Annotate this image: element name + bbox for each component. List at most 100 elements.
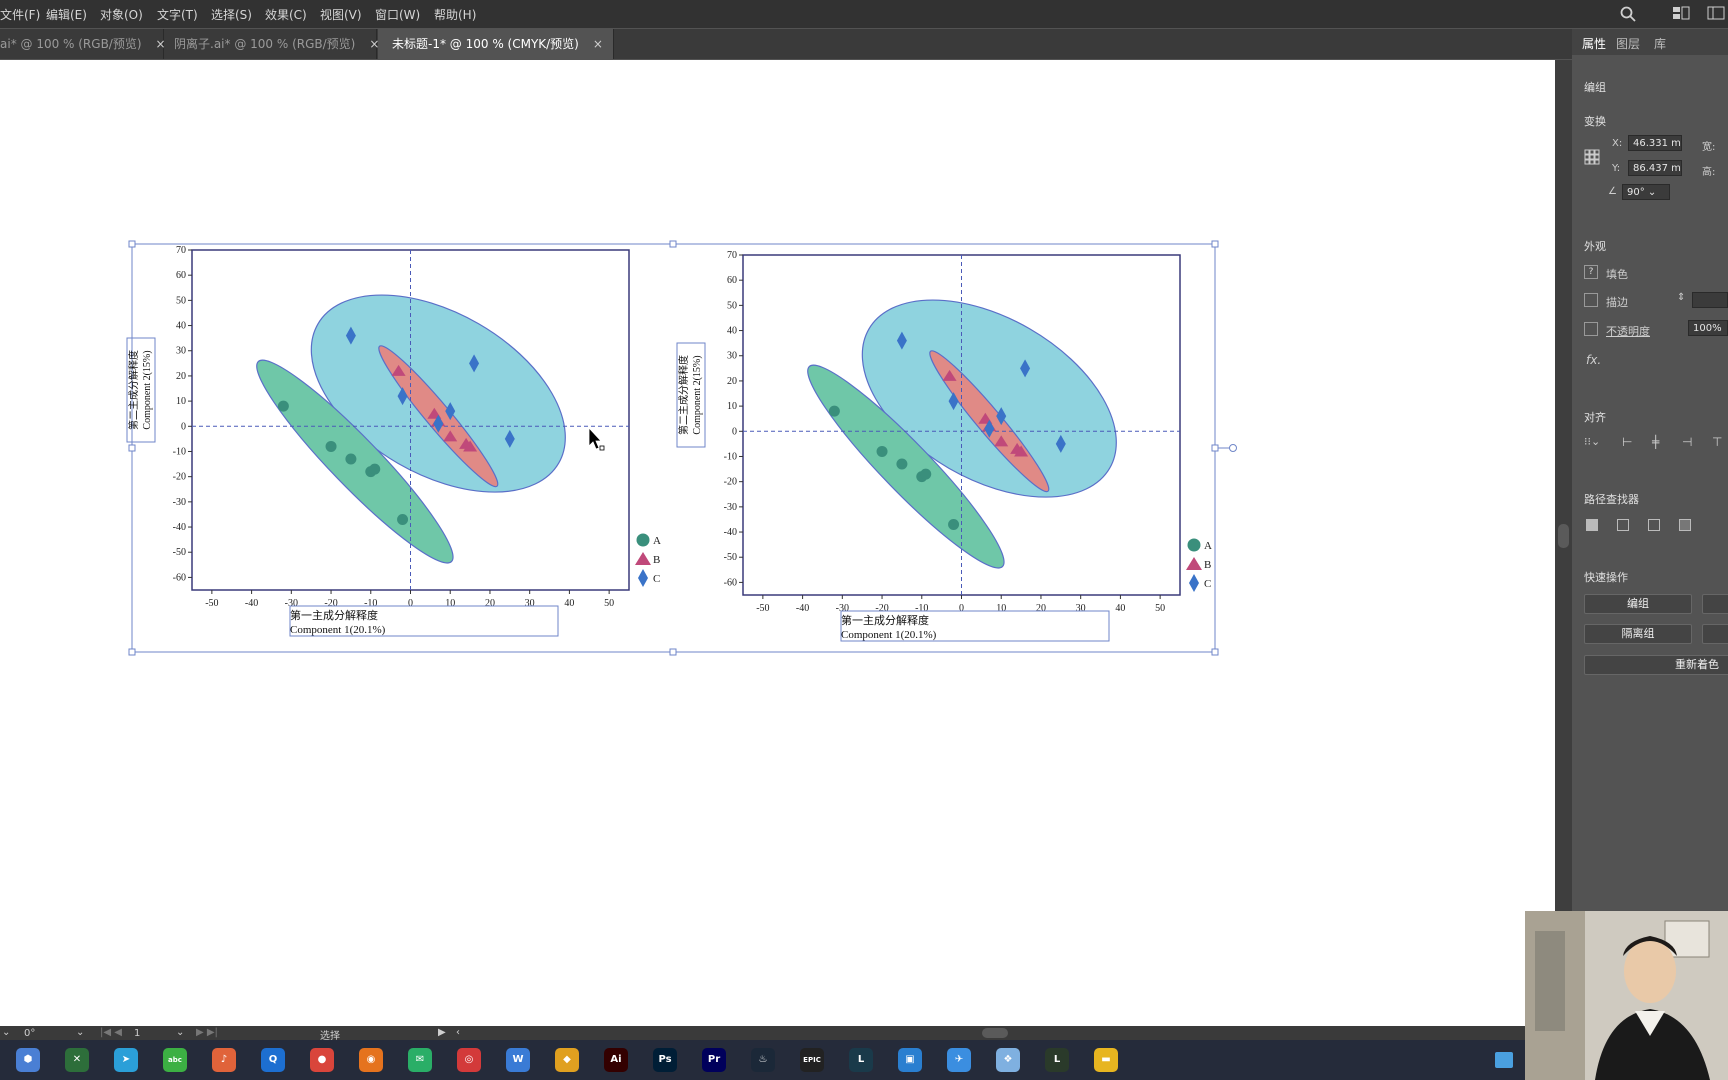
app-netease-icon[interactable]: ◎ bbox=[457, 1048, 481, 1072]
y-axis-title-cn[interactable]: 第二主成分解释度 bbox=[677, 355, 690, 435]
last-artboard-icon[interactable]: ▶ ▶| bbox=[196, 1027, 218, 1038]
reference-point-icon[interactable] bbox=[1584, 149, 1600, 165]
tab-document-active[interactable]: 未标题-1* @ 100 % (CMYK/预览) × bbox=[378, 29, 614, 59]
status-arrow-icon[interactable]: ▶ bbox=[438, 1027, 446, 1038]
align-center-icon[interactable]: ╪ bbox=[1652, 435, 1659, 449]
stroke-weight-field[interactable] bbox=[1692, 292, 1728, 308]
opacity-field[interactable]: 100% bbox=[1688, 320, 1728, 336]
stroke-stepper-icon[interactable]: ⇕ bbox=[1677, 292, 1685, 303]
pca-chart-left[interactable]: 70 60 50 40 30 20 10 0 -10 -20 -30 -40 -50 -60 -50 -40 -… bbox=[126, 245, 661, 637]
tab-document-1[interactable]: ai* @ 100 % (RGB/预览) × bbox=[0, 29, 166, 59]
data-point-A[interactable] bbox=[896, 458, 908, 470]
app-folder-icon[interactable]: ▬ bbox=[1094, 1048, 1118, 1072]
app-shield-icon[interactable]: ◆ bbox=[555, 1048, 579, 1072]
app-steam-icon[interactable]: ♨ bbox=[751, 1048, 775, 1072]
app-word-icon[interactable]: W bbox=[506, 1048, 530, 1072]
hscroll-thumb[interactable] bbox=[982, 1028, 1008, 1038]
data-point-A[interactable] bbox=[345, 453, 357, 465]
scrollbar-thumb[interactable] bbox=[1558, 524, 1569, 548]
app-photoshop-icon[interactable]: Ps bbox=[653, 1048, 677, 1072]
menu-type[interactable]: 文字(T) bbox=[157, 6, 198, 23]
panel-layout-icon[interactable] bbox=[1707, 6, 1725, 24]
hscroll-left-icon[interactable]: ‹ bbox=[456, 1027, 460, 1038]
pca-chart-right[interactable]: 70 60 50 40 30 20 10 0 -10 -20 -30 -40 -50 -60 -50 -40 -… bbox=[676, 250, 1212, 642]
data-point-A[interactable] bbox=[920, 468, 932, 480]
group-button[interactable]: 编组 bbox=[1584, 594, 1692, 614]
rotate-angle-field[interactable]: 90° ⌄ bbox=[1622, 184, 1670, 200]
artboard-chevron-icon[interactable]: ⌄ bbox=[176, 1027, 184, 1038]
exclude-icon[interactable] bbox=[1679, 519, 1691, 531]
y-position-field[interactable]: 86.437 m bbox=[1628, 160, 1682, 176]
app-premiere-icon[interactable]: Pr bbox=[702, 1048, 726, 1072]
first-artboard-icon[interactable]: |◀ ◀ bbox=[100, 1027, 122, 1038]
app-browser-q-icon[interactable]: Q bbox=[261, 1048, 285, 1072]
recolor-button[interactable]: 重新着色 bbox=[1584, 655, 1728, 675]
y-axis-title-en[interactable]: Component 2(15%) bbox=[692, 355, 703, 434]
fx-effects-button[interactable]: fx. bbox=[1586, 353, 1601, 367]
fill-swatch-icon[interactable]: ? bbox=[1584, 265, 1598, 279]
stroke-swatch-icon[interactable] bbox=[1584, 293, 1598, 307]
opacity-label[interactable]: 不透明度 bbox=[1606, 323, 1650, 339]
app-league-icon[interactable]: L bbox=[849, 1048, 873, 1072]
app-telegram-icon[interactable]: ➤ bbox=[114, 1048, 138, 1072]
app-bird-icon[interactable]: ✈ bbox=[947, 1048, 971, 1072]
app-league2-icon[interactable]: L bbox=[1045, 1048, 1069, 1072]
tab-properties[interactable]: 属性 bbox=[1582, 35, 1606, 52]
rotate-handle[interactable] bbox=[1229, 444, 1237, 452]
close-icon[interactable]: × bbox=[593, 37, 603, 51]
app-wechat-icon[interactable]: ✉ bbox=[408, 1048, 432, 1072]
artboard-canvas[interactable]: 70 60 50 40 30 20 10 0 -10 -20 -30 -40 -50 -60 -50 -40 -… bbox=[0, 60, 1555, 1026]
ungroup-button[interactable] bbox=[1702, 594, 1728, 614]
app-epic-icon[interactable]: EPIC bbox=[800, 1048, 824, 1072]
menu-select[interactable]: 选择(S) bbox=[211, 6, 252, 23]
x-axis-title-cn[interactable]: 第一主成分解释度 bbox=[841, 613, 929, 627]
align-left-icon[interactable]: ⊢ bbox=[1622, 435, 1632, 449]
data-point-A[interactable] bbox=[876, 445, 888, 457]
app-xbox-icon[interactable]: ✕ bbox=[65, 1048, 89, 1072]
tab-document-2[interactable]: 阴离子.ai* @ 100 % (RGB/预览) × bbox=[164, 29, 379, 59]
app-anime-icon[interactable]: ❖ bbox=[996, 1048, 1020, 1072]
app-abc-icon[interactable]: abc bbox=[163, 1048, 187, 1072]
canvas-artwork[interactable]: 70 60 50 40 30 20 10 0 -10 -20 -30 -40 -50 -60 -50 -40 -… bbox=[0, 60, 1555, 1026]
y-axis-title-cn[interactable]: 第二主成分解释度 bbox=[127, 350, 140, 430]
app-screen-icon[interactable]: ▣ bbox=[898, 1048, 922, 1072]
data-point-A[interactable] bbox=[948, 518, 960, 530]
intersect-icon[interactable] bbox=[1648, 519, 1660, 531]
app-chrome-icon[interactable]: ● bbox=[310, 1048, 334, 1072]
workspace-layout-icon[interactable] bbox=[1672, 6, 1690, 24]
minus-front-icon[interactable] bbox=[1617, 519, 1629, 531]
data-point-A[interactable] bbox=[369, 463, 381, 475]
menu-help[interactable]: 帮助(H) bbox=[434, 6, 476, 23]
menu-view[interactable]: 视图(V) bbox=[320, 6, 362, 23]
tray-icon[interactable] bbox=[1495, 1052, 1513, 1068]
menu-edit[interactable]: 编辑(E) bbox=[46, 6, 87, 23]
arrange-button[interactable] bbox=[1702, 624, 1728, 644]
app-music-icon[interactable]: ♪ bbox=[212, 1048, 236, 1072]
status-dropdown-icon[interactable]: ⌄ bbox=[2, 1027, 10, 1038]
align-to-selection-icon[interactable]: ⁝⁝⌄ bbox=[1584, 435, 1600, 448]
app-illustrator-icon[interactable]: Ai bbox=[604, 1048, 628, 1072]
data-point-A[interactable] bbox=[397, 513, 409, 525]
x-axis-title-cn[interactable]: 第一主成分解释度 bbox=[290, 608, 378, 622]
menu-object[interactable]: 对象(O) bbox=[100, 6, 143, 23]
tab-libraries[interactable]: 库 bbox=[1654, 35, 1666, 52]
align-right-icon[interactable]: ⊣ bbox=[1682, 435, 1692, 449]
vertical-scrollbar[interactable] bbox=[1555, 60, 1572, 1026]
unite-icon[interactable] bbox=[1586, 519, 1598, 531]
rotate-view-chevron-icon[interactable]: ⌄ bbox=[76, 1027, 84, 1038]
x-position-field[interactable]: 46.331 m bbox=[1628, 135, 1682, 151]
app-firefox-icon[interactable]: ◉ bbox=[359, 1048, 383, 1072]
isolate-group-button[interactable]: 隔离组 bbox=[1584, 624, 1692, 644]
x-axis-title-en[interactable]: Component 1(20.1%) bbox=[841, 629, 937, 641]
x-axis-title-en[interactable]: Component 1(20.1%) bbox=[290, 624, 386, 636]
search-icon[interactable] bbox=[1620, 6, 1636, 26]
align-top-icon[interactable]: ⊤ bbox=[1712, 435, 1722, 449]
app-baidu-icon[interactable]: ⬢ bbox=[16, 1048, 40, 1072]
menu-window[interactable]: 窗口(W) bbox=[375, 6, 420, 23]
menu-file[interactable]: 文件(F) bbox=[0, 6, 40, 23]
data-point-A[interactable] bbox=[325, 440, 337, 452]
menu-effect[interactable]: 效果(C) bbox=[265, 6, 307, 23]
tab-layers[interactable]: 图层 bbox=[1616, 35, 1640, 52]
data-point-A[interactable] bbox=[277, 400, 289, 412]
data-point-A[interactable] bbox=[828, 405, 840, 417]
